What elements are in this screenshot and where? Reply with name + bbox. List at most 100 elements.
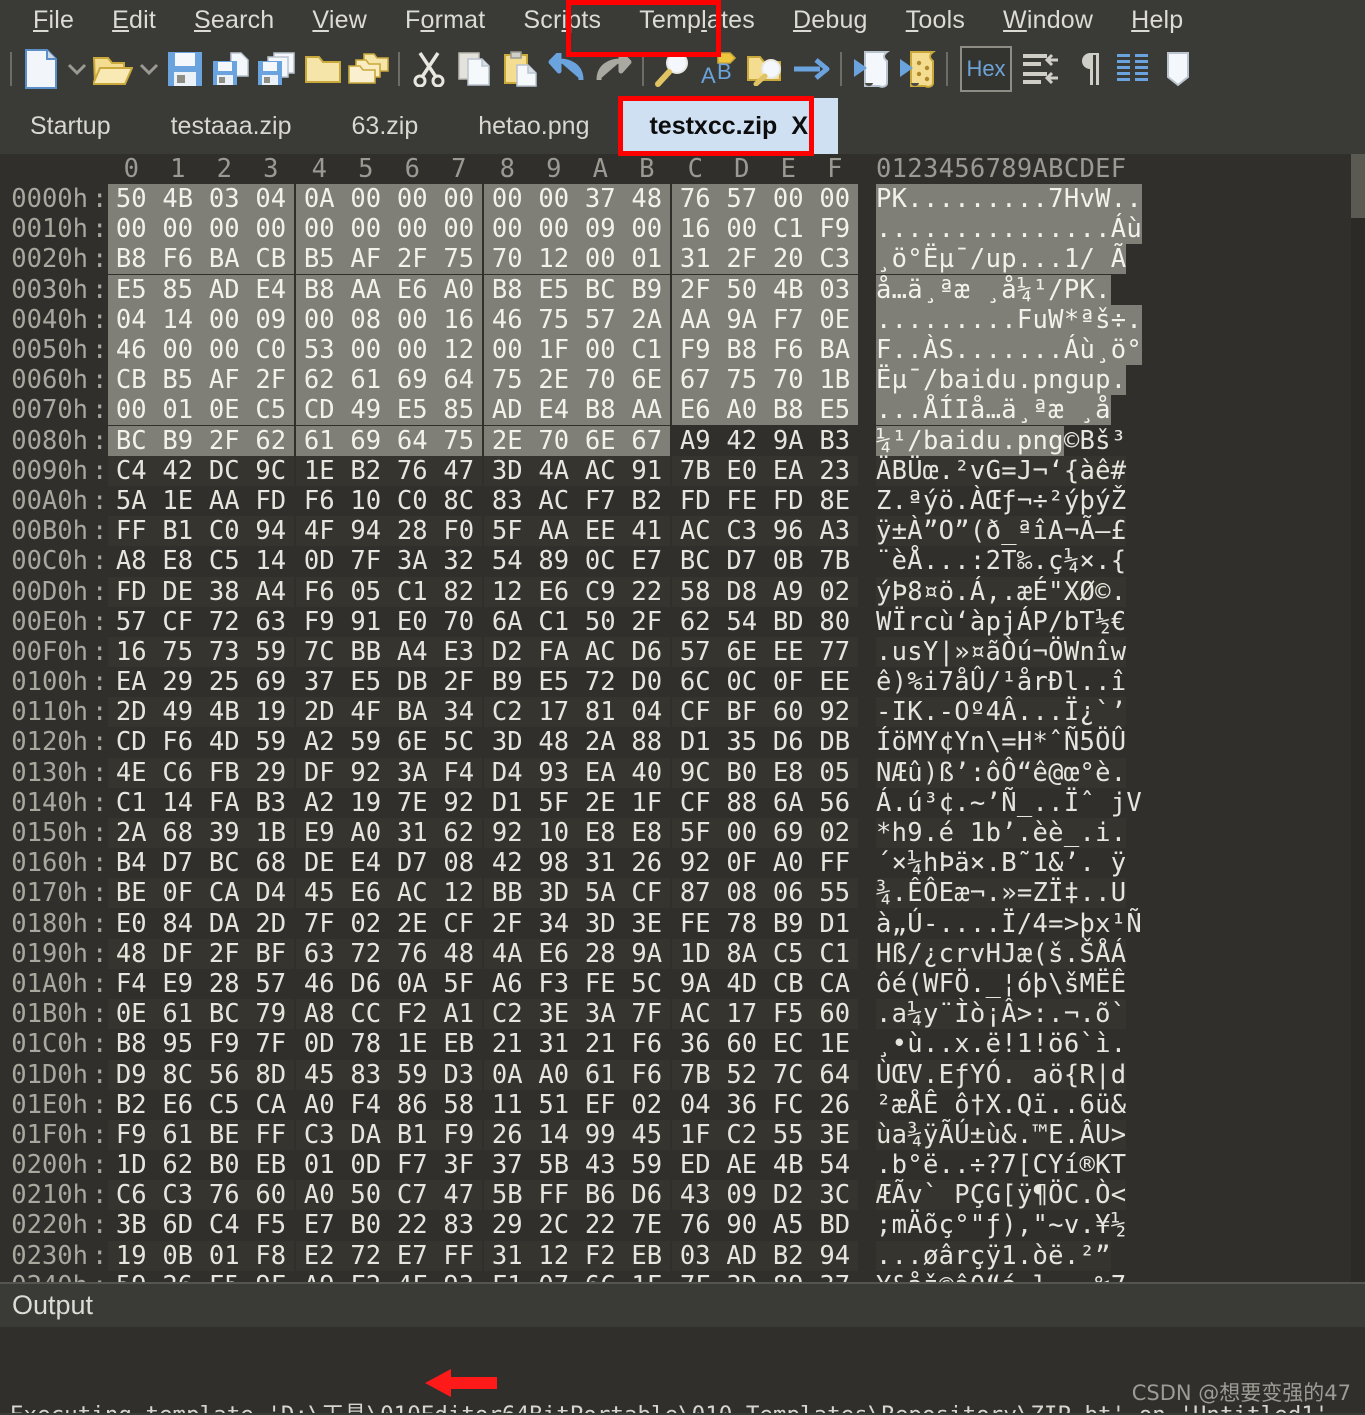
hex-byte[interactable]: 72 xyxy=(201,607,248,637)
hex-byte[interactable]: 67 xyxy=(623,425,670,456)
hex-byte[interactable]: CD xyxy=(108,727,155,757)
hex-row[interactable]: 0010h:00 00 00 00 00 00 00 00 00 00 09 00 16 00 C1 F9..… xyxy=(0,214,1365,245)
hex-byte[interactable]: 76 xyxy=(389,455,436,486)
hex-byte[interactable]: 0A xyxy=(296,184,343,215)
hex-byte[interactable]: 75 xyxy=(530,304,577,335)
hex-byte[interactable]: 46 xyxy=(484,304,531,335)
hex-byte[interactable]: 48 xyxy=(531,727,578,757)
hex-byte[interactable]: 11 xyxy=(484,1090,531,1120)
hex-byte[interactable]: 36 xyxy=(719,1090,766,1120)
hex-byte[interactable]: C2 xyxy=(484,697,531,728)
hex-byte[interactable]: D3 xyxy=(435,1059,482,1090)
hex-byte[interactable]: B9 xyxy=(765,909,812,939)
hex-byte[interactable]: AD xyxy=(484,395,531,426)
hex-byte[interactable]: 00 xyxy=(389,335,436,366)
hex-byte[interactable]: AC xyxy=(672,516,719,547)
hex-byte[interactable]: C0 xyxy=(247,335,294,366)
hex-byte[interactable]: 14 xyxy=(530,1119,577,1150)
hex-byte[interactable]: 2F xyxy=(718,244,765,275)
hex-byte[interactable]: A4 xyxy=(247,576,294,607)
save-as-icon[interactable] xyxy=(208,45,254,93)
hex-byte[interactable]: 00 xyxy=(389,214,436,245)
hex-byte[interactable]: DB xyxy=(812,727,859,757)
hex-byte[interactable]: 12 xyxy=(484,576,531,607)
hex-byte[interactable]: 49 xyxy=(342,395,389,426)
hex-byte[interactable]: FE xyxy=(577,969,624,999)
hex-byte[interactable]: 06 xyxy=(765,878,812,909)
hex-byte[interactable]: 48 xyxy=(623,184,670,215)
ascii-text[interactable]: .b°ë..÷?7[CYí®KT xyxy=(876,1150,1126,1180)
hex-byte[interactable]: 00 xyxy=(435,184,482,215)
hex-byte[interactable]: 80 xyxy=(812,607,859,637)
hex-byte[interactable]: B0 xyxy=(343,1210,390,1240)
hex-byte[interactable]: 3D xyxy=(484,727,531,757)
hex-byte[interactable]: 75 xyxy=(154,636,201,667)
hex-byte[interactable]: C1 xyxy=(623,335,670,366)
ascii-text[interactable]: NÆû)ß’:ôÔ“ê@œ°è. xyxy=(876,757,1127,788)
hex-byte[interactable]: 7C xyxy=(765,1059,812,1090)
hex-byte[interactable]: 0F xyxy=(154,878,201,909)
hex-byte[interactable]: 63 xyxy=(296,938,343,969)
open-folder-icon[interactable] xyxy=(90,45,136,93)
hex-byte[interactable]: 29 xyxy=(247,757,294,788)
hex-byte[interactable]: 0D xyxy=(343,1150,390,1180)
hex-byte[interactable]: A2 xyxy=(296,788,343,818)
ascii-text[interactable]: ¼¹/baidu.png©Bš³ xyxy=(876,425,1126,456)
hex-byte[interactable]: B8 xyxy=(765,395,812,426)
ascii-text[interactable]: ¾.ÊÔEæ¬.»=ZÏ‡..U xyxy=(876,878,1127,909)
hex-byte[interactable]: 26 xyxy=(484,1119,531,1150)
hex-byte[interactable]: 39 xyxy=(201,818,248,849)
hex-byte[interactable]: 19 xyxy=(108,1240,155,1271)
hex-row[interactable]: 0110h:2D 49 4B 19 2D 4F BA 34 C2 17 81 04 CF BF 60 92 -I… xyxy=(0,697,1365,728)
hex-byte[interactable]: B5 xyxy=(296,244,343,275)
paragraph-mark-icon[interactable] xyxy=(1064,45,1110,93)
hex-byte[interactable]: C1 xyxy=(765,214,812,245)
menu-item-format[interactable]: Format xyxy=(386,0,504,40)
hex-byte[interactable]: D4 xyxy=(247,878,294,909)
hex-byte[interactable]: 17 xyxy=(718,999,765,1030)
cut-icon[interactable] xyxy=(406,45,452,93)
ascii-text[interactable]: ¸•ù..x.ë!1!ö6`ì. xyxy=(876,1029,1126,1059)
hex-byte[interactable]: 5C xyxy=(624,969,671,999)
hex-byte[interactable]: F1 xyxy=(484,1271,531,1282)
ascii-text[interactable]: å…­ä¸ªæ ¸å¼¹/PK. xyxy=(876,274,1111,305)
hex-byte[interactable]: E0 xyxy=(108,909,155,939)
hex-row[interactable]: 0230h:19 0B 01 F8 E2 72 E7 FF 31 12 F2 EB 03 AD B2 94..… xyxy=(0,1240,1365,1271)
hex-byte[interactable]: 00 xyxy=(342,184,389,215)
hex-byte[interactable]: F7 xyxy=(389,1150,436,1180)
hex-byte[interactable]: 0E xyxy=(811,304,858,335)
hex-byte[interactable]: 2A xyxy=(623,304,670,335)
hex-byte[interactable]: 89 xyxy=(765,1271,812,1282)
hex-byte[interactable]: 59 xyxy=(247,636,294,667)
hex-byte[interactable]: FF xyxy=(530,1180,577,1211)
hex-byte[interactable]: E7 xyxy=(389,1240,436,1271)
hex-row[interactable]: 01A0h: F4 E9 28 57 46 D6 0A 5F A6 F3 FE 5C 9A 4D CB CA ôé… xyxy=(0,969,1365,999)
hex-byte[interactable]: D1 xyxy=(812,909,859,939)
hex-byte[interactable]: FF xyxy=(108,516,155,547)
hex-byte[interactable]: D9 xyxy=(108,1059,155,1090)
hex-byte[interactable]: 90 xyxy=(719,1210,766,1240)
hex-byte[interactable]: F6 xyxy=(154,244,201,275)
indent-icon[interactable] xyxy=(1018,45,1064,93)
hex-byte[interactable]: 81 xyxy=(577,697,624,728)
hex-byte[interactable]: AF xyxy=(201,365,248,396)
hex-byte[interactable]: 62 xyxy=(672,607,719,637)
hex-row[interactable]: 01C0h: B8 95 F9 7F 0D 78 1E EB 21 31 21 F6 36 60 EC 1E ¸•… xyxy=(0,1029,1365,1059)
hex-byte[interactable]: 59 xyxy=(108,1271,155,1282)
hex-byte[interactable]: 46 xyxy=(296,969,343,999)
hex-byte[interactable]: F4 xyxy=(108,969,155,999)
hex-byte[interactable]: 9A xyxy=(623,938,670,969)
hex-byte[interactable]: 2C xyxy=(531,1210,578,1240)
hex-byte[interactable]: 9C xyxy=(247,455,294,486)
menu-item-search[interactable]: Search xyxy=(175,0,293,40)
hex-byte[interactable]: 7E xyxy=(389,788,436,818)
hex-byte[interactable]: 1F xyxy=(672,1119,719,1150)
hex-byte[interactable]: D6 xyxy=(343,969,390,999)
hex-byte[interactable]: 12 xyxy=(435,878,482,909)
hex-byte[interactable]: 0F xyxy=(765,667,812,697)
hex-byte[interactable]: BA xyxy=(201,244,248,275)
ascii-text[interactable]: .usY|»¤ãÒú¬ÖWnîw xyxy=(876,636,1127,667)
hex-byte[interactable]: 04 xyxy=(672,1090,719,1120)
undo-icon[interactable] xyxy=(544,45,590,93)
hex-byte[interactable]: FF xyxy=(812,848,859,878)
